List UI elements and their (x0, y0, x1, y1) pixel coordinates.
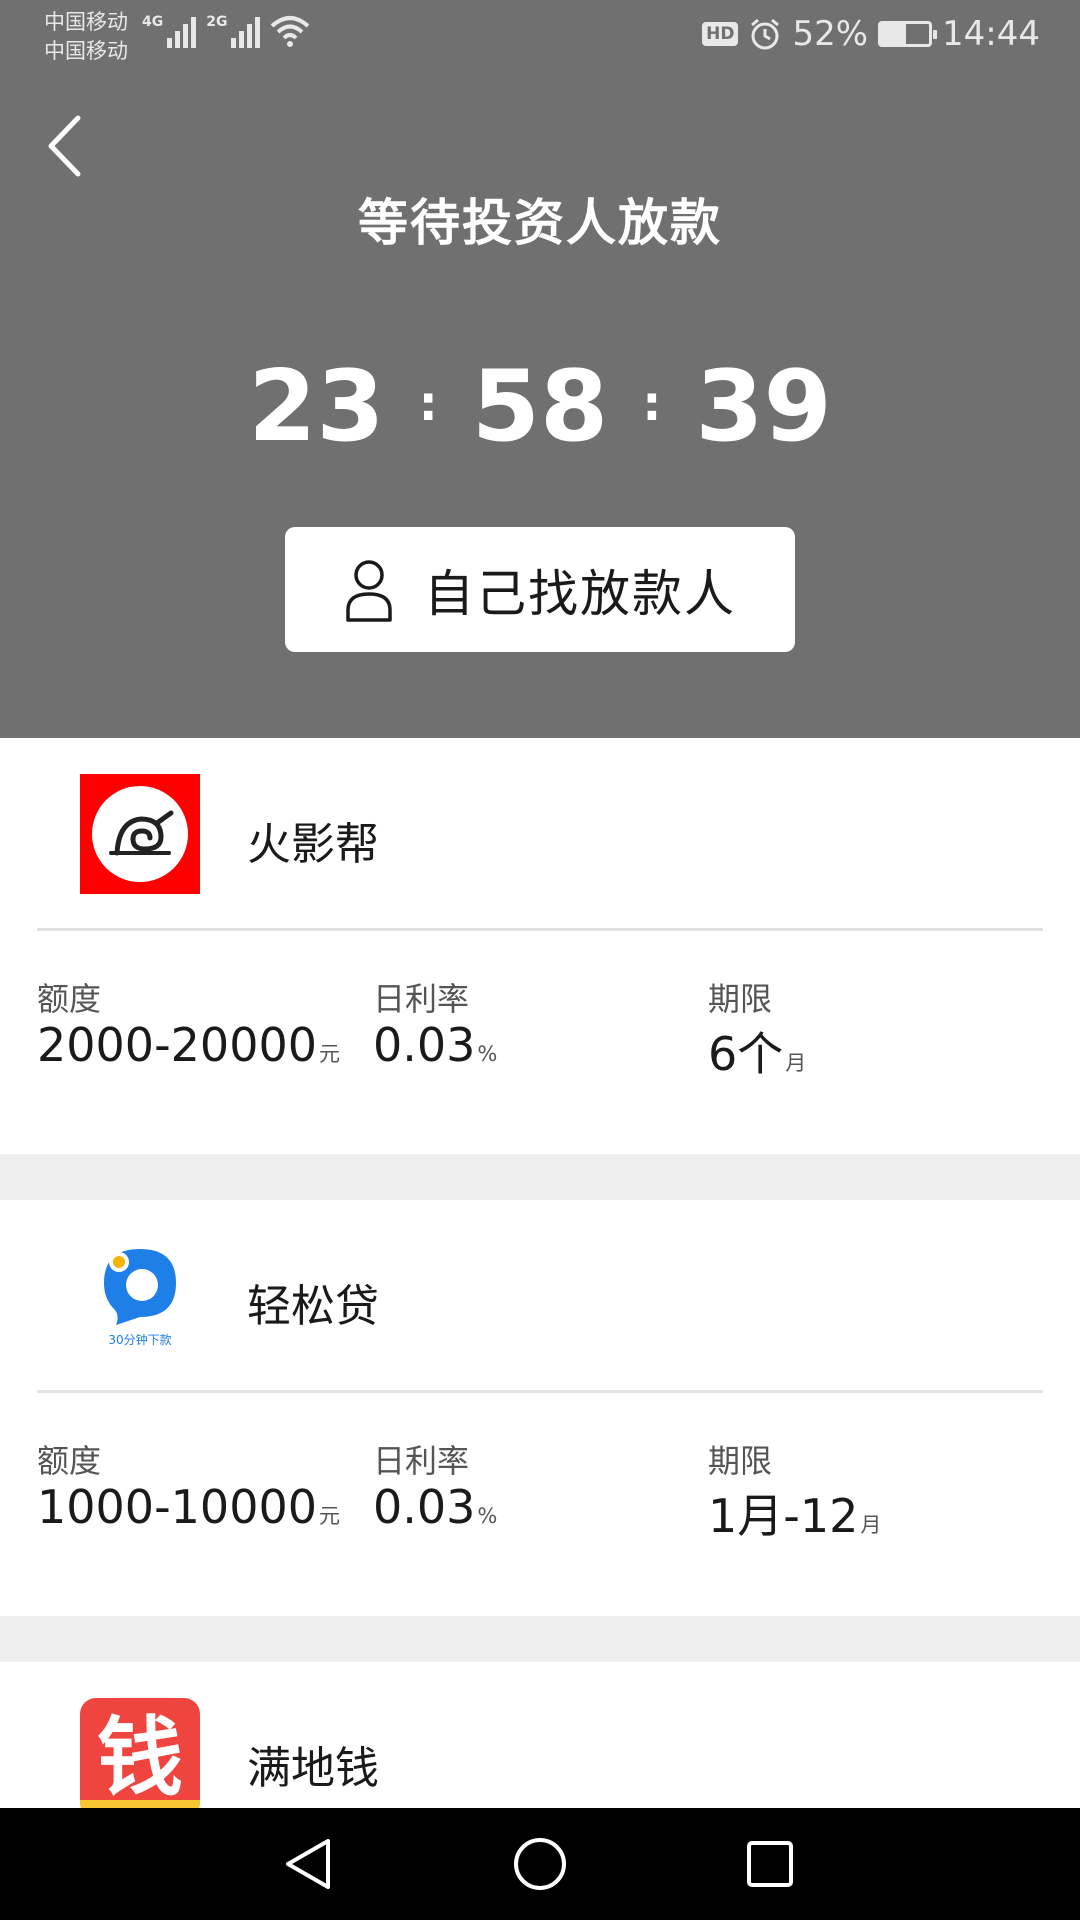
amount-unit: 元 (319, 1042, 340, 1066)
carrier-1: 中国移动 (44, 10, 128, 34)
countdown-seconds: 39 (695, 350, 832, 464)
rate-value: 0.03% (373, 1480, 497, 1534)
countdown-timer: 23 : 58 : 39 (0, 352, 1080, 462)
header: 中国移动 中国移动 4G 2G HD 52% 14:44 等待投资人放款 23 … (0, 0, 1080, 738)
hd-badge: HD (702, 22, 739, 46)
system-nav-bar (0, 1808, 1080, 1920)
back-button[interactable] (34, 108, 94, 184)
rate-value: 0.03% (373, 1018, 497, 1072)
circle-home-icon (514, 1838, 566, 1890)
rate-number: 0.03 (373, 1018, 476, 1072)
bubble-icon (104, 1248, 176, 1325)
countdown-separator: : (642, 376, 662, 432)
rate-unit: % (477, 1042, 498, 1066)
find-lender-button[interactable]: 自己找放款人 (285, 527, 795, 652)
rate-number: 0.03 (373, 1480, 476, 1534)
carrier-2: 中国移动 (44, 39, 128, 63)
countdown-minutes: 58 (471, 350, 609, 464)
term-number: 1月-12 (708, 1489, 859, 1543)
status-right: HD 52% 14:44 (702, 14, 1040, 54)
square-recents-icon (747, 1841, 793, 1887)
signal-icon (167, 14, 197, 48)
logo-caption: 30分钟下款 (108, 1332, 172, 1347)
swirl-icon (109, 810, 174, 856)
battery-fill (881, 24, 906, 44)
carrier-labels: 中国移动 中国移动 (44, 8, 128, 66)
triangle-back-icon (286, 1839, 330, 1889)
status-bar: 中国移动 中国移动 4G 2G HD 52% 14:44 (0, 0, 1080, 76)
product-name: 满地钱 (247, 1743, 379, 1794)
countdown-hours: 23 (248, 350, 385, 464)
nav-recents-button[interactable] (738, 1832, 802, 1896)
term-label: 期限 (708, 980, 773, 1018)
rate-label: 日利率 (373, 1442, 470, 1480)
logo-circle (92, 786, 188, 882)
find-lender-label: 自己找放款人 (424, 564, 736, 623)
amount-label: 额度 (37, 1442, 102, 1480)
clock: 14:44 (942, 14, 1040, 54)
page-title: 等待投资人放款 (358, 194, 722, 252)
wifi-icon (271, 16, 310, 47)
chevron-left-icon (48, 115, 81, 177)
product-name: 轻松贷 (247, 1281, 379, 1332)
amount-label: 额度 (37, 980, 102, 1018)
amount-value: 2000-20000元 (37, 1018, 340, 1072)
divider (37, 928, 1043, 931)
network-type-1: 4G (142, 14, 164, 30)
section-separator (0, 1616, 1080, 1662)
divider (37, 1390, 1043, 1393)
term-unit: 月 (785, 1051, 807, 1075)
battery-percent: 52% (792, 14, 869, 54)
rate-label: 日利率 (373, 980, 470, 1018)
alarm-icon (751, 18, 780, 50)
product-name: 火影帮 (247, 819, 379, 870)
term-label: 期限 (708, 1442, 773, 1480)
term-unit: 月 (860, 1513, 882, 1537)
nav-home-button[interactable] (508, 1832, 572, 1896)
amount-value: 1000-10000元 (37, 1480, 340, 1534)
money-logo-text: 钱 (97, 1708, 183, 1808)
product-card-mandiqian[interactable]: 钱 满地钱 (0, 1662, 1080, 1808)
rate-unit: % (477, 1504, 498, 1528)
product-card-qingsongdai[interactable]: 30分钟下款 轻松贷 额度 1000-10000元 日利率 0.03% 期限 1… (0, 1200, 1080, 1616)
term-value: 6个月 (708, 1018, 806, 1084)
battery-icon (878, 21, 938, 47)
leaf-swirl-logo (80, 774, 200, 894)
countdown-separator: : (418, 376, 438, 432)
amount-unit: 元 (319, 1504, 340, 1528)
coin-pile (80, 1800, 200, 1808)
amount-number: 2000-20000 (37, 1018, 317, 1072)
amount-number: 1000-10000 (37, 1480, 317, 1534)
blue-bubble-logo: 30分钟下款 (80, 1236, 200, 1356)
product-card-huoyingbang[interactable]: 火影帮 额度 2000-20000元 日利率 0.03% 期限 6个月 (0, 738, 1080, 1154)
signal-group: 4G 2G (142, 14, 310, 48)
person-icon (346, 559, 392, 622)
money-logo: 钱 (80, 1698, 200, 1808)
term-number: 6个 (708, 1027, 784, 1081)
network-type-2: 2G (206, 14, 228, 30)
signal-icon (231, 14, 261, 48)
nav-back-button[interactable] (276, 1832, 340, 1896)
section-separator (0, 1154, 1080, 1200)
term-value: 1月-12月 (708, 1480, 881, 1546)
